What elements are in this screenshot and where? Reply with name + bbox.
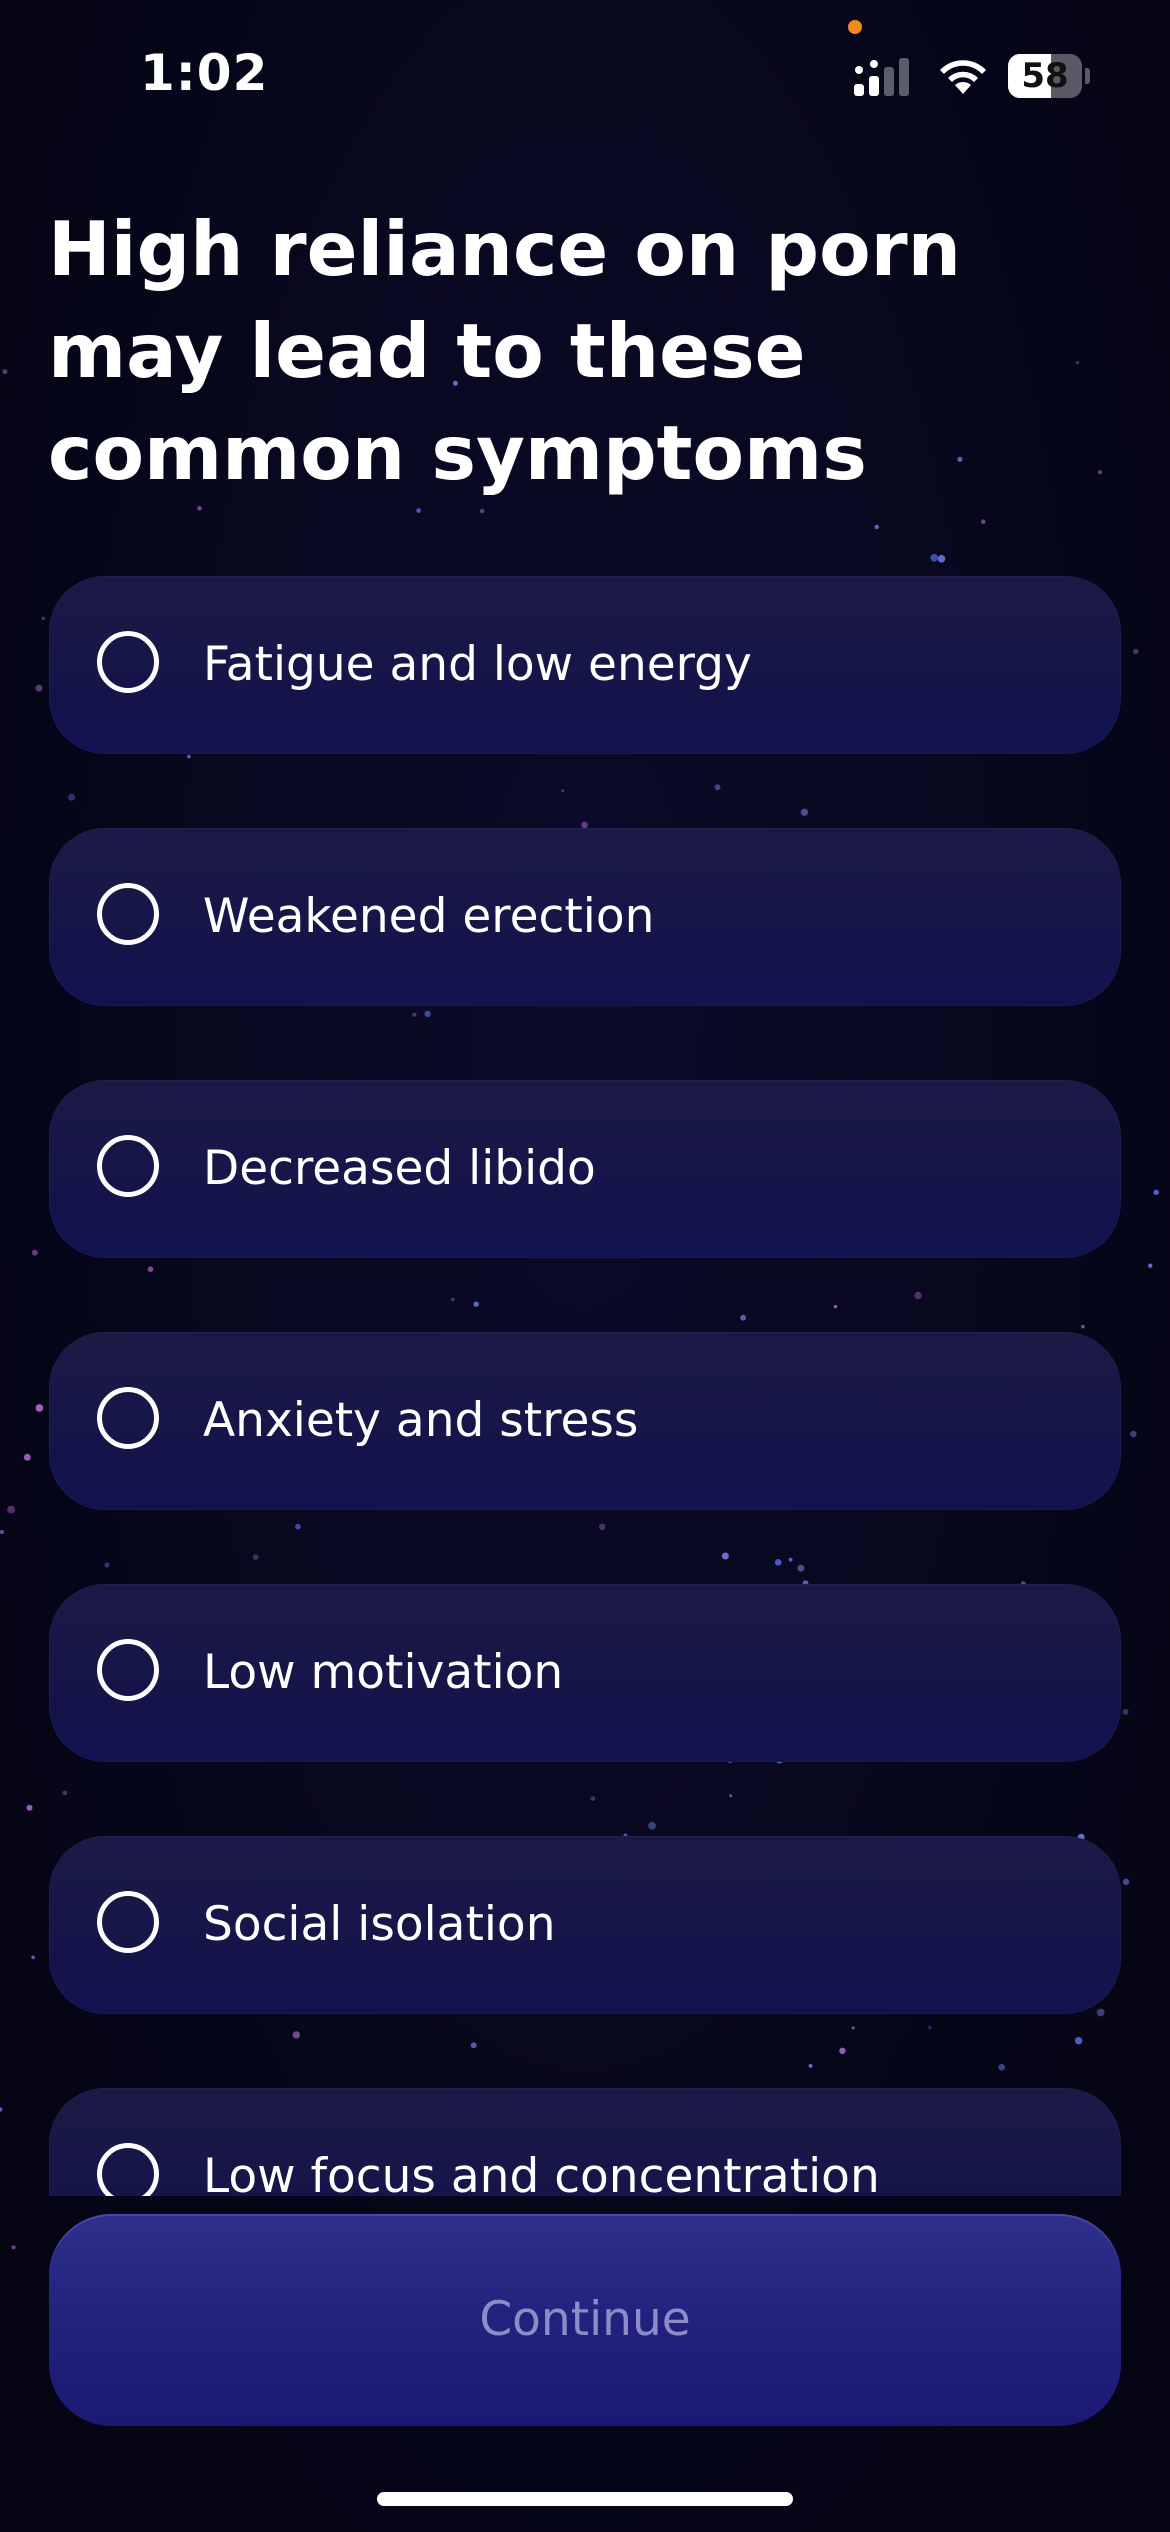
option-low-motivation[interactable]: Low motivation xyxy=(49,1584,1121,1762)
option-social-isolation[interactable]: Social isolation xyxy=(49,1836,1121,2014)
status-bar: 1:02 58 xyxy=(0,0,1170,150)
option-decreased-libido[interactable]: Decreased libido xyxy=(49,1080,1121,1258)
option-weakened-erection[interactable]: Weakened erection xyxy=(49,828,1121,1006)
option-label: Weakened erection xyxy=(203,889,655,944)
radio-unchecked-icon[interactable] xyxy=(97,1639,159,1701)
star-dot xyxy=(874,524,879,530)
cellular-signal-icon xyxy=(854,58,909,96)
status-time: 1:02 xyxy=(140,44,269,102)
option-label: Low motivation xyxy=(203,1645,564,1700)
page-title: High reliance on porn may lead to these … xyxy=(48,205,962,497)
radio-unchecked-icon[interactable] xyxy=(97,2143,159,2196)
option-label: Decreased libido xyxy=(203,1141,596,1196)
option-label: Fatigue and low energy xyxy=(203,637,752,692)
continue-button-label: Continue xyxy=(479,2292,691,2347)
star-dot xyxy=(2,369,8,375)
option-label: Social isolation xyxy=(203,1897,556,1952)
wifi-icon xyxy=(940,60,986,94)
radio-unchecked-icon[interactable] xyxy=(97,631,159,693)
app-screen: 1:02 58 High reliance on porn may lead t… xyxy=(0,0,1170,2532)
star-dot xyxy=(479,508,485,514)
star-dot xyxy=(930,554,938,562)
star-dot xyxy=(937,555,946,563)
battery-body: 58 xyxy=(1008,54,1082,98)
option-low-focus-and-concentration[interactable]: Low focus and concentration xyxy=(49,2088,1121,2196)
privacy-indicator-dot xyxy=(848,20,862,34)
option-label: Low focus and concentration xyxy=(203,2149,880,2196)
star-dot xyxy=(416,508,421,513)
radio-unchecked-icon[interactable] xyxy=(97,1891,159,1953)
star-dot xyxy=(980,519,986,524)
option-label: Anxiety and stress xyxy=(203,1393,639,1448)
battery-nub xyxy=(1085,68,1090,84)
star-dot xyxy=(11,2245,16,2250)
battery-icon: 58 xyxy=(1008,54,1090,98)
radio-unchecked-icon[interactable] xyxy=(97,1135,159,1197)
option-fatigue-and-low-energy[interactable]: Fatigue and low energy xyxy=(49,576,1121,754)
home-indicator[interactable] xyxy=(377,2492,793,2506)
option-anxiety-and-stress[interactable]: Anxiety and stress xyxy=(49,1332,1121,1510)
symptom-options-list[interactable]: Fatigue and low energy Weakened erection… xyxy=(0,576,1170,2196)
star-dot xyxy=(197,506,202,511)
continue-button[interactable]: Continue xyxy=(49,2214,1121,2426)
radio-unchecked-icon[interactable] xyxy=(97,883,159,945)
battery-level-text: 58 xyxy=(1021,56,1069,96)
radio-unchecked-icon[interactable] xyxy=(97,1387,159,1449)
